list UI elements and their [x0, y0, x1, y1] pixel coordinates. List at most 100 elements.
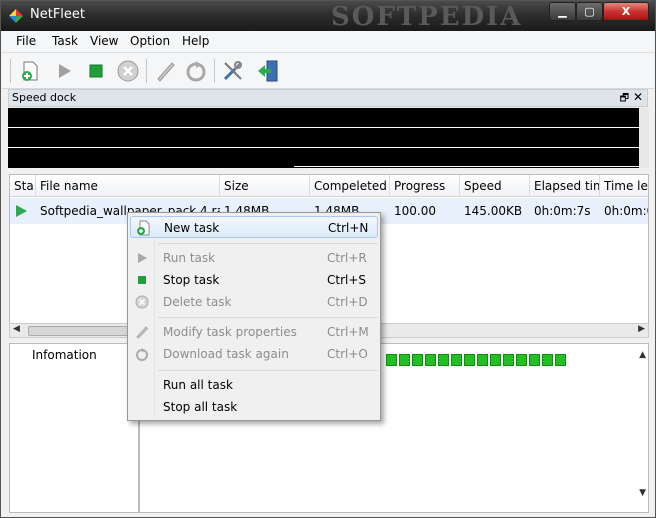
column-header-file-name[interactable]: File name — [36, 175, 220, 197]
menu-task[interactable]: Task — [52, 34, 78, 48]
speed-dock-scrollbar[interactable] — [639, 108, 649, 168]
download-block — [425, 354, 436, 366]
settings-icon — [223, 61, 243, 81]
toolbar-delete-task-button[interactable] — [114, 57, 142, 85]
menu-bar: File Task View Option Help — [2, 31, 654, 53]
scroll-right-icon[interactable]: ▶ — [638, 324, 645, 334]
menu-help[interactable]: Help — [182, 34, 209, 48]
download-block — [399, 354, 410, 366]
scroll-left-icon[interactable]: ◀ — [13, 324, 20, 334]
play-icon — [16, 205, 27, 217]
column-header-size[interactable]: Size — [220, 175, 310, 197]
menu-item-shortcut: Ctrl+O — [327, 347, 368, 361]
menu-item-shortcut: Ctrl+M — [327, 325, 369, 339]
column-header-completed[interactable]: Compeleted — [310, 175, 390, 197]
column-header-time-left[interactable]: Time left — [600, 175, 648, 197]
download-block — [451, 354, 462, 366]
download-block — [516, 354, 527, 366]
download-block — [555, 354, 566, 366]
toolbar-separator — [146, 59, 147, 83]
download-block — [386, 354, 397, 366]
new-task-icon — [135, 220, 151, 236]
download-blocks — [386, 354, 566, 368]
dock-close-icon[interactable]: ✕ — [633, 90, 643, 104]
menu-item-stop-all-task[interactable]: Stop all task — [130, 396, 378, 418]
menu-item-shortcut: Ctrl+D — [327, 295, 368, 309]
scroll-down-icon[interactable]: ▼ — [639, 488, 646, 498]
download-block — [503, 354, 514, 366]
row-time-left: 0h:0m:0s — [604, 204, 648, 218]
edit-icon — [157, 62, 175, 82]
task-list-header: Sta File name Size Compeleted Progress S… — [10, 175, 648, 197]
menu-separator — [158, 370, 378, 371]
toolbar-grip — [10, 59, 11, 83]
speed-dock-header: Speed dock 🗗 ✕ — [8, 89, 648, 107]
minimize-button[interactable]: ▁ — [549, 2, 576, 21]
toolbar-separator — [214, 59, 215, 83]
menu-view[interactable]: View — [90, 34, 118, 48]
menu-item-label: Run all task — [163, 378, 233, 392]
window-title: NetFleet — [30, 7, 86, 22]
exit-icon — [258, 60, 278, 82]
row-status-cell — [10, 198, 36, 224]
download-block — [490, 354, 501, 366]
speed-dock-title: Speed dock — [12, 91, 77, 104]
toolbar-settings-button[interactable] — [219, 57, 247, 85]
menu-item-label: New task — [164, 221, 220, 235]
menu-separator — [158, 317, 378, 318]
context-menu: New task Ctrl+N Run task Ctrl+R Stop tas… — [127, 212, 381, 421]
menu-item-new-task[interactable]: New task Ctrl+N — [130, 216, 378, 238]
menu-item-stop-task[interactable]: Stop task Ctrl+S — [130, 269, 378, 291]
menu-item-run-all-task[interactable]: Run all task — [130, 374, 378, 396]
menu-item-run-task[interactable]: Run task Ctrl+R — [130, 247, 378, 269]
toolbar-redownload-button[interactable] — [182, 57, 210, 85]
menu-item-modify-task[interactable]: Modify task properties Ctrl+M — [130, 321, 378, 343]
delete-icon — [117, 60, 139, 82]
download-block — [438, 354, 449, 366]
scroll-up-icon[interactable]: ▲ — [639, 350, 646, 360]
graph-gridline — [8, 127, 639, 128]
column-header-progress[interactable]: Progress — [390, 175, 460, 197]
title-bar[interactable]: NetFleet SOFTPEDIA ▁ ▢ X — [1, 1, 655, 32]
download-block — [464, 354, 475, 366]
delete-icon — [134, 294, 150, 310]
menu-item-delete-task[interactable]: Delete task Ctrl+D — [130, 291, 378, 313]
netfleet-logo-icon — [9, 9, 23, 23]
dock-float-icon[interactable]: 🗗 — [620, 91, 629, 108]
menu-item-shortcut: Ctrl+S — [327, 273, 367, 287]
close-button[interactable]: X — [603, 2, 649, 21]
toolbar-run-task-button[interactable] — [50, 57, 78, 85]
menu-option[interactable]: Option — [130, 34, 170, 48]
maximize-button[interactable]: ▢ — [576, 2, 603, 21]
speed-graph — [8, 108, 639, 168]
column-header-elapsed[interactable]: Elapsed tim — [530, 175, 600, 197]
play-icon — [59, 64, 71, 78]
column-header-speed[interactable]: Speed — [460, 175, 530, 197]
download-block — [412, 354, 423, 366]
download-block — [542, 354, 553, 366]
download-block — [477, 354, 488, 366]
row-elapsed: 0h:0m:7s — [534, 204, 591, 218]
watermark-text: SOFTPEDIA — [331, 2, 523, 32]
menu-item-label: Run task — [163, 251, 216, 265]
menu-item-label: Delete task — [163, 295, 232, 309]
graph-gridline — [8, 147, 639, 148]
toolbar-exit-button[interactable] — [254, 57, 282, 85]
new-task-icon — [22, 61, 38, 81]
toolbar-new-task-button[interactable] — [16, 57, 44, 85]
information-panel: Infomation — [9, 343, 139, 513]
column-header-status[interactable]: Sta — [10, 175, 36, 197]
information-label[interactable]: Infomation — [32, 348, 97, 362]
menu-separator — [158, 243, 378, 244]
menu-file[interactable]: File — [16, 34, 36, 48]
redownload-icon — [134, 346, 150, 362]
stop-icon — [134, 272, 150, 288]
redownload-icon — [186, 61, 206, 82]
edit-icon — [134, 324, 150, 340]
download-block — [529, 354, 540, 366]
row-speed: 145.00KB — [464, 204, 523, 218]
toolbar-stop-task-button[interactable] — [82, 57, 110, 85]
toolbar-modify-task-button[interactable] — [152, 57, 180, 85]
menu-item-download-again[interactable]: Download task again Ctrl+O — [130, 343, 378, 365]
menu-item-label: Modify task properties — [163, 325, 297, 339]
